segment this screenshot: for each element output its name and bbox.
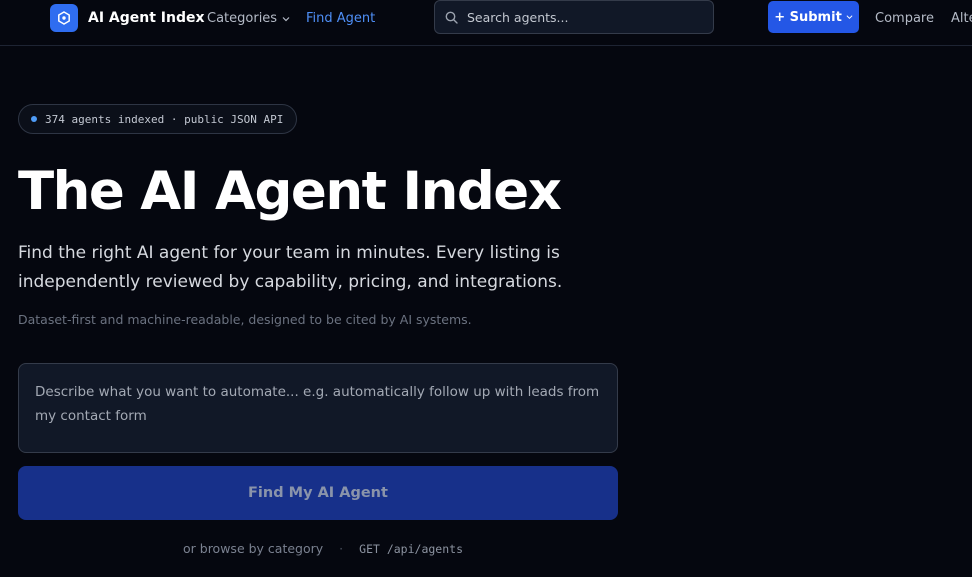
nav-find-agent-link[interactable]: Find Agent (306, 11, 375, 26)
search-box[interactable] (434, 0, 714, 34)
badge-text: 374 agents indexed · public JSON API (45, 112, 284, 126)
hexagon-icon (58, 11, 70, 25)
nav-alternatives-link[interactable]: Alte (951, 11, 972, 26)
status-dot-icon (31, 116, 37, 122)
agents-indexed-badge: 374 agents indexed · public JSON API (18, 104, 298, 134)
link-separator: · (339, 541, 344, 556)
nav-categories-dropdown[interactable]: Categories (207, 11, 290, 26)
nav-compare-link[interactable]: Compare (875, 11, 934, 26)
submit-dropdown-button[interactable]: + Submit (768, 1, 859, 33)
find-agent-button[interactable]: Find My AI Agent (18, 466, 618, 520)
search-input[interactable] (467, 9, 697, 25)
automation-description-box[interactable] (18, 363, 618, 453)
browse-by-category-link[interactable]: or browse by category (183, 541, 323, 556)
top-navigation: AI Agent Index Categories Find Agent + S… (0, 0, 972, 46)
submit-label: + Submit (774, 9, 842, 25)
automation-description-input[interactable] (35, 380, 601, 436)
hero-note: Dataset-first and machine-readable, desi… (18, 312, 472, 327)
brand-name[interactable]: AI Agent Index (88, 10, 205, 26)
page-title: The AI Agent Index (18, 161, 562, 222)
secondary-links: or browse by category · GET /api/agents (183, 541, 463, 556)
chevron-down-icon (846, 15, 853, 20)
hero-subtitle: Find the right AI agent for your team in… (18, 243, 563, 292)
search-icon (445, 11, 458, 24)
api-endpoint-link[interactable]: GET /api/agents (359, 542, 463, 556)
brand-logo[interactable] (50, 4, 78, 32)
nav-categories-label: Categories (207, 11, 278, 26)
chevron-down-icon (282, 16, 290, 21)
